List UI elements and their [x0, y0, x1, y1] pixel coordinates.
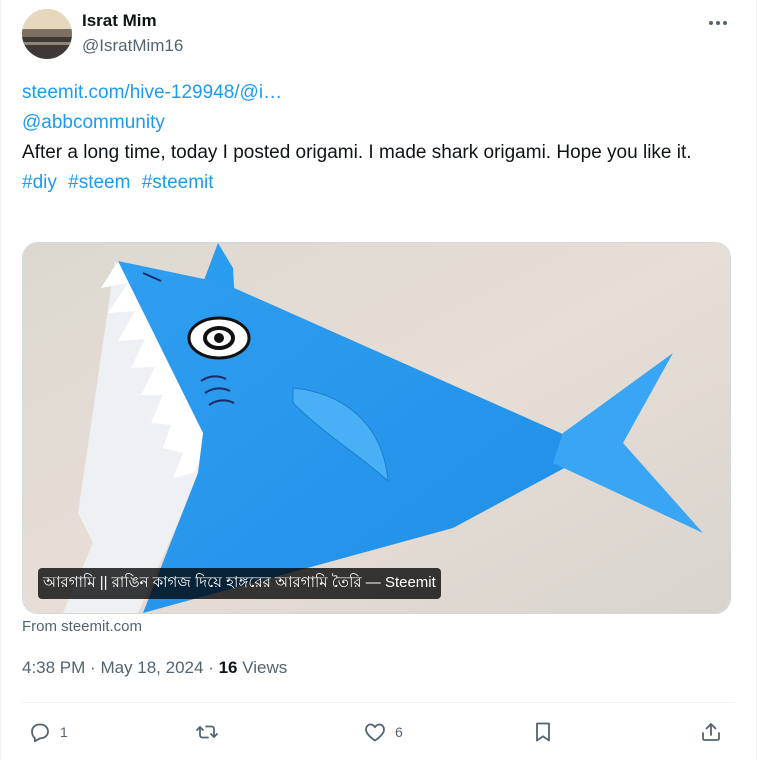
- meta-separator: ·: [90, 658, 101, 677]
- post-link[interactable]: steemit.com/hive-129948/@i…: [22, 78, 732, 108]
- hashtag-steem[interactable]: #steem: [68, 172, 130, 193]
- views-count: 16: [218, 658, 238, 677]
- post-text: After a long time, today I posted origam…: [22, 142, 692, 163]
- tweet-body: steemit.com/hive-129948/@i… @abbcommunit…: [22, 78, 732, 198]
- more-icon[interactable]: [705, 10, 731, 36]
- views-label: Views: [242, 658, 288, 677]
- like-icon: [365, 723, 385, 742]
- share-icon: [702, 723, 720, 741]
- link-card-image[interactable]: আরগামি || রাঙিন কাগজ দিয়ে হাঙ্গরের আরগা…: [22, 242, 731, 614]
- bookmark-icon: [536, 722, 550, 742]
- repost-icon: [196, 725, 218, 739]
- link-source[interactable]: From steemit.com: [22, 618, 142, 635]
- avatar[interactable]: [22, 9, 72, 59]
- reply-button[interactable]: 1: [28, 720, 68, 744]
- tweet-meta: 4:38 PM · May 18, 2024 · 16 Views: [22, 658, 287, 678]
- like-count: 6: [395, 724, 403, 740]
- author-handle[interactable]: @IsratMim16: [82, 36, 183, 56]
- like-button[interactable]: 6: [363, 720, 403, 744]
- repost-button[interactable]: [195, 720, 219, 744]
- bookmark-button[interactable]: [531, 720, 555, 744]
- link-card-caption: আরগামি || রাঙিন কাগজ দিয়ে হাঙ্গরের আরগা…: [38, 568, 441, 599]
- meta-separator: ·: [208, 658, 219, 677]
- author-name[interactable]: Israt Mim: [82, 11, 157, 31]
- reply-icon: [31, 723, 49, 743]
- share-button[interactable]: [699, 720, 723, 744]
- divider: [22, 702, 735, 703]
- hashtags: #diy #steem #steemit: [22, 168, 732, 198]
- reply-count: 1: [60, 724, 68, 740]
- tweet-card: Israt Mim @IsratMim16 steemit.com/hive-1…: [0, 0, 757, 760]
- hashtag-diy[interactable]: #diy: [22, 172, 57, 193]
- hashtag-steemit[interactable]: #steemit: [142, 172, 214, 193]
- shark-eye: [187, 316, 251, 360]
- tweet-date[interactable]: May 18, 2024: [100, 658, 203, 677]
- tweet-time[interactable]: 4:38 PM: [22, 658, 85, 677]
- mention-link[interactable]: @abbcommunity: [22, 108, 732, 138]
